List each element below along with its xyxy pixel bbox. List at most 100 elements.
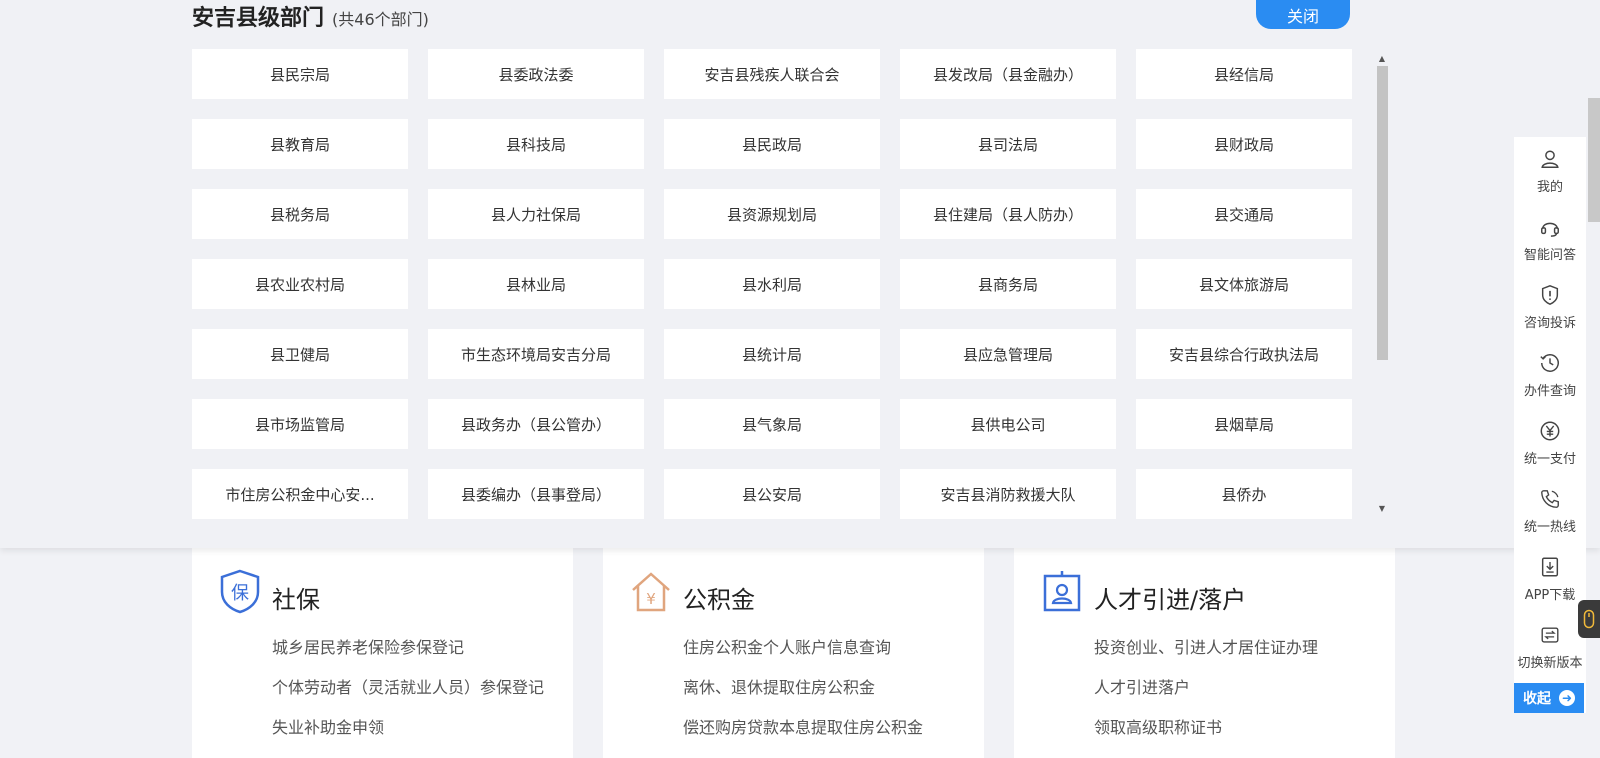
rail-item-payment[interactable]: 统一支付 bbox=[1514, 409, 1586, 477]
page-scrollbar-thumb[interactable] bbox=[1588, 98, 1600, 222]
department-item[interactable]: 县教育局 bbox=[192, 119, 408, 169]
rail-label: 智能问答 bbox=[1523, 247, 1576, 263]
card-link[interactable]: 偿还购房贷款本息提取住房公积金 bbox=[683, 714, 923, 754]
department-panel: 安吉县级部门 (共46个部门) 关闭 县民宗局 县委政法委 安吉县残疾人联合会 县发改… bbox=[0, 0, 1600, 548]
svg-text:¥: ¥ bbox=[646, 590, 656, 608]
svg-text:保: 保 bbox=[231, 583, 249, 604]
department-grid: 县民宗局 县委政法委 安吉县残疾人联合会 县发改局（县金融办） 县经信局县教育局 县科技局… bbox=[192, 49, 1354, 519]
shield-bao-icon: 保 bbox=[218, 568, 262, 614]
department-item[interactable]: 市住房公积金中心安... bbox=[192, 469, 408, 519]
card-housing-fund: ¥ 公积金 住房公积金个人账户信息查询 离休、退休提取住房公积金 偿还购房贷款本… bbox=[603, 548, 984, 758]
user-icon bbox=[1541, 149, 1559, 168]
service-cards: 保 社保 城乡居民养老保险参保登记 个体劳动者（灵活就业人员）参保登记 失业补助… bbox=[192, 548, 1395, 758]
card-title: 社保 bbox=[272, 586, 320, 614]
department-item[interactable]: 县商务局 bbox=[900, 259, 1116, 309]
department-item[interactable]: 县卫健局 bbox=[192, 329, 408, 379]
rail-item-query[interactable]: 办件查询 bbox=[1514, 341, 1586, 409]
collapse-label: 收起 bbox=[1523, 691, 1551, 707]
rail-label: 统一支付 bbox=[1523, 451, 1576, 467]
department-item[interactable]: 县发改局（县金融办） bbox=[900, 49, 1116, 99]
card-link[interactable]: 失业补助金申领 bbox=[272, 714, 544, 754]
department-item[interactable]: 县政务办（县公管办） bbox=[428, 399, 644, 449]
department-count: (共46个部门) bbox=[332, 10, 429, 29]
department-item[interactable]: 县税务局 bbox=[192, 189, 408, 239]
department-item[interactable]: 县经信局 bbox=[1136, 49, 1352, 99]
department-item[interactable]: 县民政局 bbox=[664, 119, 880, 169]
rail-item-switch-version[interactable]: 切换新版本 bbox=[1514, 613, 1586, 681]
rail-label: 我的 bbox=[1536, 179, 1563, 195]
department-item[interactable]: 安吉县消防救援大队 bbox=[900, 469, 1116, 519]
department-item[interactable]: 县住建局（县人防办） bbox=[900, 189, 1116, 239]
department-item[interactable]: 县委政法委 bbox=[428, 49, 644, 99]
side-tab-handle[interactable] bbox=[1578, 600, 1600, 638]
department-item[interactable]: 县人力社保局 bbox=[428, 189, 644, 239]
department-item[interactable]: 县烟草局 bbox=[1136, 399, 1352, 449]
rail-item-app-download[interactable]: APP下载 bbox=[1514, 545, 1586, 613]
department-item[interactable]: 县文体旅游局 bbox=[1136, 259, 1352, 309]
card-link[interactable]: 投资创业、引进人才居住证办理 bbox=[1094, 634, 1318, 674]
collapse-button[interactable]: 收起 ➜ bbox=[1514, 683, 1584, 713]
department-item[interactable]: 县司法局 bbox=[900, 119, 1116, 169]
department-header: 安吉县级部门 (共46个部门) bbox=[192, 0, 429, 31]
department-item[interactable]: 县供电公司 bbox=[900, 399, 1116, 449]
switch-icon bbox=[1541, 626, 1559, 643]
arrow-right-icon: ➜ bbox=[1559, 690, 1575, 706]
department-panel-title: 安吉县级部门 bbox=[192, 6, 325, 31]
department-item[interactable]: 县统计局 bbox=[664, 329, 880, 379]
alert-shield-icon bbox=[1541, 284, 1559, 305]
yuan-icon bbox=[1540, 421, 1560, 440]
department-item[interactable]: 县交通局 bbox=[1136, 189, 1352, 239]
mouse-icon bbox=[1583, 609, 1595, 629]
card-link[interactable]: 城乡居民养老保险参保登记 bbox=[272, 634, 544, 674]
department-item[interactable]: 县气象局 bbox=[664, 399, 880, 449]
card-link[interactable]: 住房公积金个人账户信息查询 bbox=[683, 634, 923, 674]
rail-label: 统一热线 bbox=[1523, 519, 1576, 535]
rail-label: 切换新版本 bbox=[1517, 655, 1583, 671]
rail-label: APP下载 bbox=[1524, 587, 1576, 603]
department-item[interactable]: 县资源规划局 bbox=[664, 189, 880, 239]
department-item[interactable]: 安吉县综合行政执法局 bbox=[1136, 329, 1352, 379]
department-scrollbar[interactable]: ▲ ▼ bbox=[1375, 54, 1389, 514]
department-item[interactable]: 县科技局 bbox=[428, 119, 644, 169]
department-item[interactable]: 市生态环境局安吉分局 bbox=[428, 329, 644, 379]
department-item[interactable]: 县水利局 bbox=[664, 259, 880, 309]
scroll-thumb[interactable] bbox=[1377, 66, 1388, 360]
rail-item-complaint[interactable]: 咨询投诉 bbox=[1514, 273, 1586, 341]
rail-item-mine[interactable]: 我的 bbox=[1514, 137, 1586, 205]
right-toolbar: 我的 智能问答 咨询投诉 办件查询 统一支付 统一热线 APP下载 切换新版本 bbox=[1514, 137, 1586, 713]
phone-icon bbox=[1541, 489, 1559, 508]
card-links: 城乡居民养老保险参保登记 个体劳动者（灵活就业人员）参保登记 失业补助金申领 bbox=[272, 634, 544, 754]
department-item[interactable]: 县市场监管局 bbox=[192, 399, 408, 449]
department-item[interactable]: 县应急管理局 bbox=[900, 329, 1116, 379]
department-item[interactable]: 安吉县残疾人联合会 bbox=[664, 49, 880, 99]
id-badge-icon bbox=[1040, 568, 1084, 614]
scroll-up-icon[interactable]: ▲ bbox=[1375, 54, 1389, 64]
house-yuan-icon: ¥ bbox=[629, 568, 673, 614]
department-item[interactable]: 县民宗局 bbox=[192, 49, 408, 99]
headset-icon bbox=[1541, 222, 1559, 237]
card-link[interactable]: 人才引进落户 bbox=[1094, 674, 1318, 714]
card-social-security: 保 社保 城乡居民养老保险参保登记 个体劳动者（灵活就业人员）参保登记 失业补助… bbox=[192, 548, 573, 758]
card-links: 投资创业、引进人才居住证办理 人才引进落户 领取高级职称证书 bbox=[1094, 634, 1318, 754]
rail-item-hotline[interactable]: 统一热线 bbox=[1514, 477, 1586, 545]
department-item[interactable]: 县财政局 bbox=[1136, 119, 1352, 169]
rail-label: 咨询投诉 bbox=[1523, 315, 1576, 331]
rail-item-qa[interactable]: 智能问答 bbox=[1514, 205, 1586, 273]
card-title: 人才引进/落户 bbox=[1094, 586, 1247, 614]
card-talent: 人才引进/落户 投资创业、引进人才居住证办理 人才引进落户 领取高级职称证书 bbox=[1014, 548, 1395, 758]
department-item[interactable]: 县农业农村局 bbox=[192, 259, 408, 309]
close-button[interactable]: 关闭 bbox=[1256, 0, 1350, 29]
department-item[interactable]: 县林业局 bbox=[428, 259, 644, 309]
card-link[interactable]: 个体劳动者（灵活就业人员）参保登记 bbox=[272, 674, 544, 714]
card-link[interactable]: 领取高级职称证书 bbox=[1094, 714, 1318, 754]
rail-label: 办件查询 bbox=[1523, 383, 1576, 399]
history-icon bbox=[1540, 353, 1559, 372]
scroll-down-icon[interactable]: ▼ bbox=[1375, 504, 1389, 514]
download-icon bbox=[1541, 557, 1559, 576]
card-link[interactable]: 离休、退休提取住房公积金 bbox=[683, 674, 923, 714]
card-title: 公积金 bbox=[683, 586, 755, 614]
department-item[interactable]: 县公安局 bbox=[664, 469, 880, 519]
card-links: 住房公积金个人账户信息查询 离休、退休提取住房公积金 偿还购房贷款本息提取住房公… bbox=[683, 634, 923, 754]
department-item[interactable]: 县委编办（县事登局） bbox=[428, 469, 644, 519]
department-item[interactable]: 县侨办 bbox=[1136, 469, 1352, 519]
